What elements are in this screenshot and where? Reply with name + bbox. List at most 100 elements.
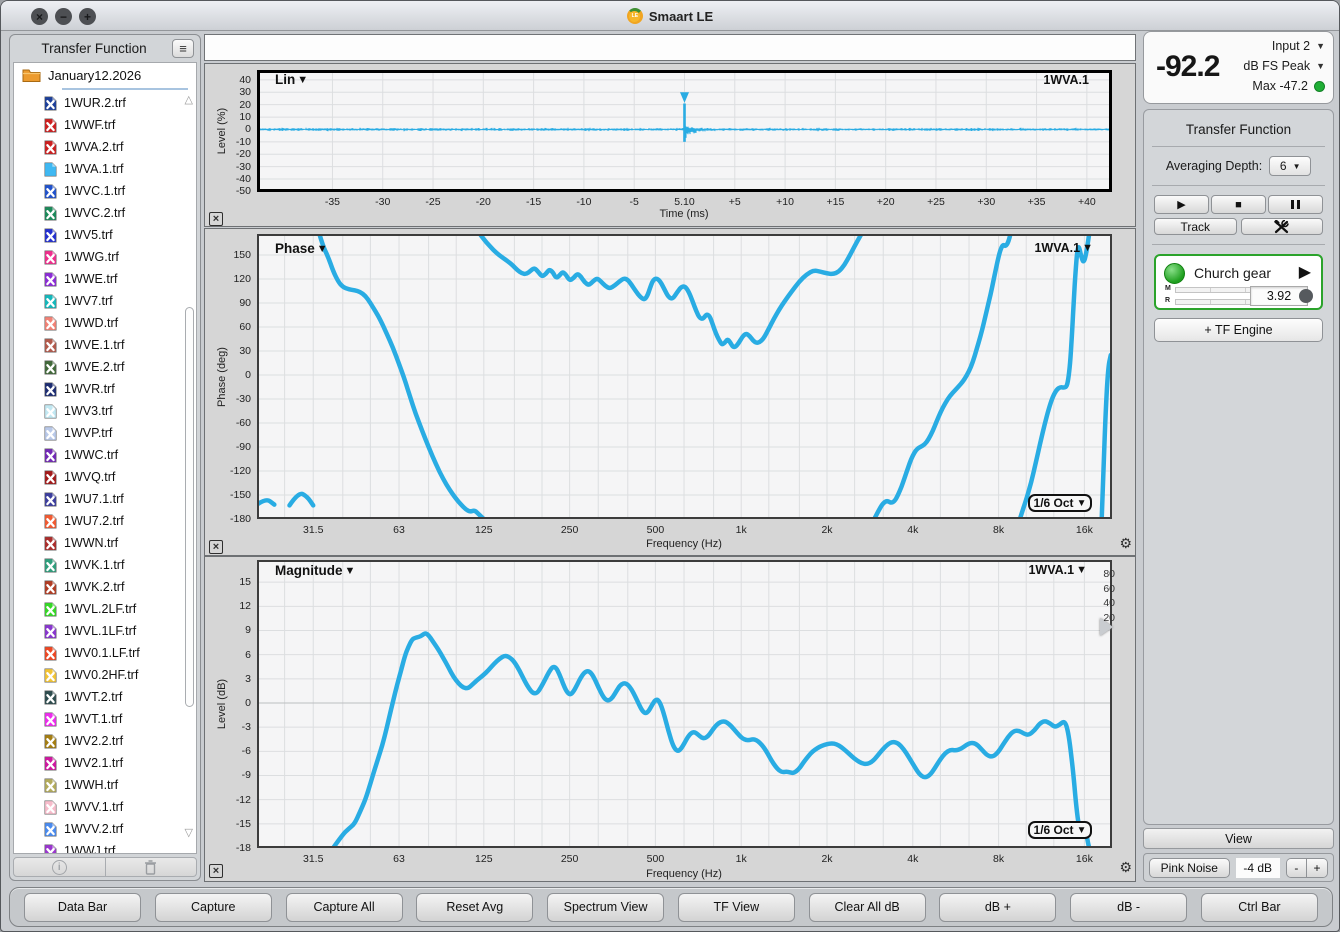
trace-document-icon: [44, 338, 57, 353]
bottom-bar-button-ctrl-bar[interactable]: Ctrl Bar: [1201, 893, 1318, 922]
divider: [1152, 244, 1325, 245]
file-item[interactable]: 1WUR.2.trf: [14, 92, 196, 114]
info-button[interactable]: i: [13, 857, 106, 877]
file-item[interactable]: 1WVT.2.trf: [14, 686, 196, 708]
file-item[interactable]: 1WV5.trf: [14, 224, 196, 246]
phase-smoothing-badge[interactable]: 1/6 Oct▼: [1028, 494, 1092, 512]
bottom-bar-button-db-[interactable]: dB +: [939, 893, 1056, 922]
dropdown-icon: ▼: [1077, 498, 1087, 509]
file-item[interactable]: 1WV7.trf: [14, 290, 196, 312]
folder-row[interactable]: January12.2026: [14, 63, 196, 88]
scroll-down-icon[interactable]: ▽: [185, 826, 193, 839]
record-circle-icon[interactable]: [1299, 289, 1313, 303]
file-item[interactable]: 1WWJ.trf: [14, 840, 196, 853]
file-item[interactable]: 1WWG.trf: [14, 246, 196, 268]
stop-button[interactable]: ■: [1211, 195, 1266, 214]
file-item[interactable]: 1WV0.1.LF.trf: [14, 642, 196, 664]
scroll-up-icon[interactable]: △: [185, 93, 193, 106]
file-item[interactable]: 1WVA.1.trf: [14, 158, 196, 180]
file-item[interactable]: 1WVL.1LF.trf: [14, 620, 196, 642]
track-button[interactable]: Track: [1154, 218, 1237, 235]
file-item[interactable]: 1WWF.trf: [14, 114, 196, 136]
bottom-bar-button-capture-all[interactable]: Capture All: [286, 893, 403, 922]
file-item[interactable]: 1WVC.1.trf: [14, 180, 196, 202]
close-chart-icon[interactable]: ×: [209, 864, 223, 878]
level-minus-button[interactable]: -: [1287, 859, 1307, 877]
file-item[interactable]: 1WWN.trf: [14, 532, 196, 554]
file-item[interactable]: 1WVV.1.trf: [14, 796, 196, 818]
file-item[interactable]: 1WVK.2.trf: [14, 576, 196, 598]
file-item[interactable]: 1WWC.trf: [14, 444, 196, 466]
file-item[interactable]: 1WV2.2.trf: [14, 730, 196, 752]
bottom-bar-button-reset-avg[interactable]: Reset Avg: [416, 893, 533, 922]
file-item[interactable]: 1WU7.1.trf: [14, 488, 196, 510]
add-tf-engine-button[interactable]: + TF Engine: [1154, 318, 1323, 342]
x-tick-label: 63: [372, 524, 426, 536]
engine-play-icon[interactable]: ▶: [1299, 262, 1311, 282]
live-ir-title-dropdown[interactable]: Lin▼: [275, 72, 308, 87]
file-item[interactable]: 1WV0.2HF.trf: [14, 664, 196, 686]
bottom-bar-button-data-bar[interactable]: Data Bar: [24, 893, 141, 922]
charts-area: Lin▼ 1WVA.1 Level (%) Time (ms) × 403020…: [204, 34, 1136, 882]
pause-button[interactable]: [1268, 195, 1323, 214]
file-item[interactable]: 1WVV.2.trf: [14, 818, 196, 840]
file-item[interactable]: 1WV3.trf: [14, 400, 196, 422]
magnitude-title-dropdown[interactable]: Magnitude▼: [275, 563, 355, 578]
bottom-bar-button-clear-all-db[interactable]: Clear All dB: [809, 893, 926, 922]
file-item[interactable]: 1WVE.2.trf: [14, 356, 196, 378]
phase-trace-dropdown[interactable]: 1WVA.1▼: [1034, 241, 1093, 255]
trace-document-icon: [44, 294, 57, 309]
y-tick-label: 0: [205, 123, 251, 135]
file-item[interactable]: 1WWH.trf: [14, 774, 196, 796]
view-button[interactable]: View: [1143, 828, 1334, 849]
meter-unit-select[interactable]: dB FS Peak▼: [1243, 58, 1325, 74]
tools-button[interactable]: [1241, 218, 1324, 235]
play-button[interactable]: ▶: [1154, 195, 1209, 214]
input-select[interactable]: Input 2▼: [1272, 38, 1325, 54]
file-item[interactable]: 1WVK.1.trf: [14, 554, 196, 576]
bottom-bar-button-capture[interactable]: Capture: [155, 893, 272, 922]
level-plus-button[interactable]: +: [1307, 859, 1327, 877]
gear-icon[interactable]: ⚙: [1119, 535, 1132, 552]
charts-header-strip: [204, 34, 1136, 61]
x-tick-label: 4k: [886, 524, 940, 536]
delete-button[interactable]: [106, 857, 198, 877]
pink-noise-row: Pink Noise -4 dB - +: [1143, 853, 1334, 882]
y-tick-label: -18: [205, 842, 251, 854]
phase-title-dropdown[interactable]: Phase▼: [275, 241, 328, 256]
tf-engine-box[interactable]: Church gear ▶ M R 3.92: [1154, 254, 1323, 310]
gear-icon[interactable]: ⚙: [1119, 859, 1132, 876]
file-item[interactable]: 1WVL.2LF.trf: [14, 598, 196, 620]
app-icon: LE: [627, 8, 643, 24]
file-item[interactable]: 1WVC.2.trf: [14, 202, 196, 224]
bottom-bar-button-db-[interactable]: dB -: [1070, 893, 1187, 922]
file-item[interactable]: 1WVQ.trf: [14, 466, 196, 488]
hamburger-menu-icon[interactable]: ≡: [172, 39, 194, 58]
file-item[interactable]: 1WWE.trf: [14, 268, 196, 290]
file-item[interactable]: 1WV2.1.trf: [14, 752, 196, 774]
file-item[interactable]: 1WVP.trf: [14, 422, 196, 444]
pink-noise-button[interactable]: Pink Noise: [1149, 858, 1230, 878]
trace-document-icon: [44, 514, 57, 529]
file-item[interactable]: 1WWD.trf: [14, 312, 196, 334]
file-item[interactable]: 1WVT.1.trf: [14, 708, 196, 730]
magnitude-smoothing-badge[interactable]: 1/6 Oct▼: [1028, 821, 1092, 839]
file-item[interactable]: 1WVR.trf: [14, 378, 196, 400]
bottom-bar-button-spectrum-view[interactable]: Spectrum View: [547, 893, 664, 922]
magnitude-plot: [257, 560, 1112, 848]
file-item[interactable]: 1WVE.1.trf: [14, 334, 196, 356]
file-item[interactable]: 1WU7.2.trf: [14, 510, 196, 532]
file-name: 1WV3.trf: [64, 404, 113, 418]
y-tick-label: -12: [205, 794, 251, 806]
close-chart-icon[interactable]: ×: [209, 212, 223, 226]
averaging-depth-select[interactable]: 6▼: [1269, 156, 1311, 176]
scrollbar-thumb[interactable]: [185, 307, 194, 707]
bottom-bar-button-tf-view[interactable]: TF View: [678, 893, 795, 922]
engine-status-ball[interactable]: [1164, 263, 1185, 284]
m-slider-label: M: [1165, 285, 1171, 292]
magnitude-trace-dropdown[interactable]: 1WVA.1▼: [1028, 563, 1087, 577]
close-chart-icon[interactable]: ×: [209, 540, 223, 554]
file-item[interactable]: 1WVA.2.trf: [14, 136, 196, 158]
window-title-area: LE Smaart LE: [1, 1, 1339, 31]
y-tick-label: -180: [205, 513, 251, 525]
